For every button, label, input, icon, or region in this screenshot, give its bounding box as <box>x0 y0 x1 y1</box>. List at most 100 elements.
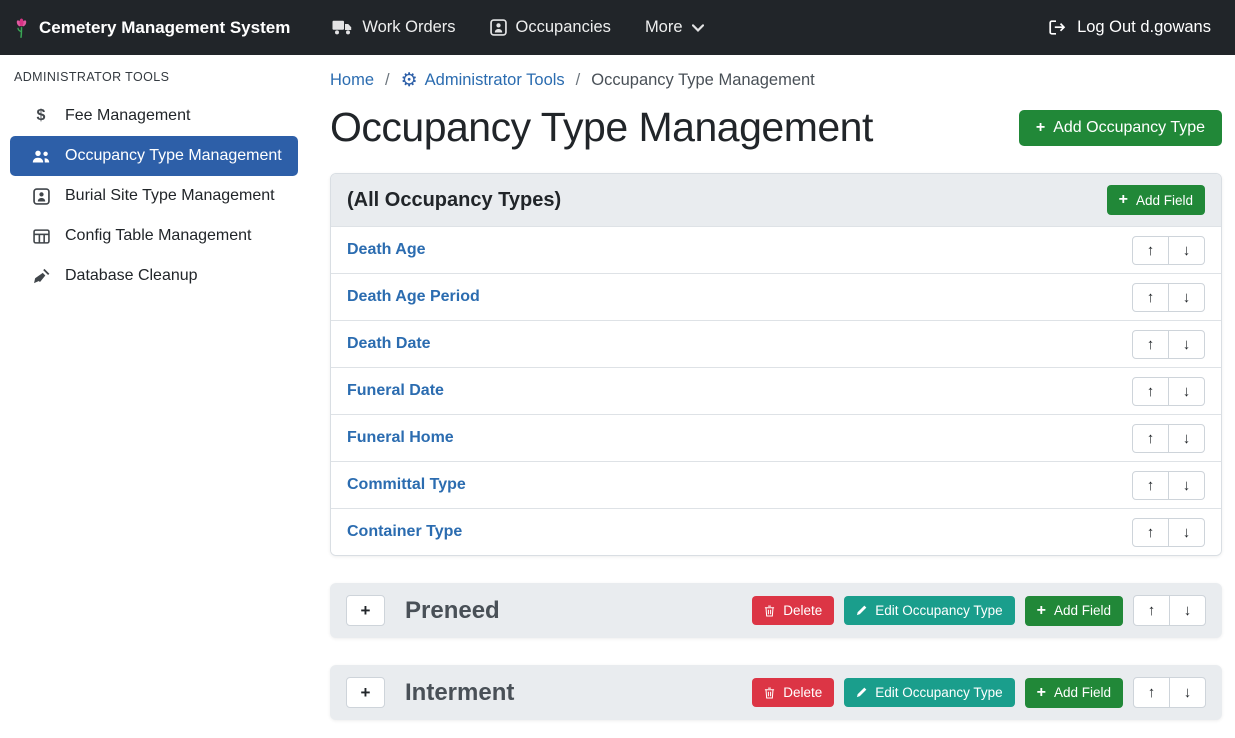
section-title: Preneed <box>405 597 500 625</box>
pencil-icon <box>856 605 867 616</box>
reorder-button-group: ↑ ↓ <box>1133 595 1206 626</box>
field-link[interactable]: Funeral Home <box>347 429 454 447</box>
sidebar-item-label: Config Table Management <box>65 227 252 245</box>
truck-icon <box>332 20 353 35</box>
expand-section-button[interactable]: + <box>346 595 385 626</box>
add-field-button[interactable]: + Add Field <box>1025 678 1123 708</box>
edit-label: Edit Occupancy Type <box>875 603 1002 618</box>
move-up-button[interactable]: ↑ <box>1132 471 1169 500</box>
move-down-button[interactable]: ↓ <box>1168 518 1205 547</box>
move-down-button[interactable]: ↓ <box>1168 377 1205 406</box>
up-arrow-icon: ↑ <box>1147 383 1155 400</box>
type-sections: + Preneed Delete Edit Occupancy Type + A… <box>330 583 1222 720</box>
reorder-button-group: ↑ ↓ <box>1132 236 1205 265</box>
broom-icon <box>30 268 52 285</box>
nav-item-label: More <box>645 18 683 37</box>
edit-occupancy-type-button[interactable]: Edit Occupancy Type <box>844 678 1014 707</box>
logout-link[interactable]: Log Out d.gowans <box>1049 18 1211 37</box>
trash-icon <box>764 605 775 617</box>
breadcrumb-admin-tools-link[interactable]: ⚙ Administrator Tools <box>401 71 565 90</box>
nav-more[interactable]: More <box>645 18 704 37</box>
add-occupancy-type-label: Add Occupancy Type <box>1053 119 1205 137</box>
person-square-icon <box>490 19 507 36</box>
breadcrumb-home-link[interactable]: Home <box>330 71 374 90</box>
sidebar: ADMINISTRATOR TOOLS $ Fee Management Occ… <box>0 55 308 738</box>
logout-label: Log Out d.gowans <box>1077 18 1211 37</box>
move-down-button[interactable]: ↓ <box>1169 677 1206 708</box>
users-icon <box>30 149 52 164</box>
up-arrow-icon: ↑ <box>1147 336 1155 353</box>
field-link[interactable]: Committal Type <box>347 476 466 494</box>
add-field-button[interactable]: + Add Field <box>1107 185 1205 215</box>
move-down-button[interactable]: ↓ <box>1168 424 1205 453</box>
nav-work-orders[interactable]: Work Orders <box>332 18 455 37</box>
field-link[interactable]: Death Date <box>347 335 431 353</box>
add-field-label: Add Field <box>1054 603 1111 618</box>
reorder-button-group: ↑ ↓ <box>1132 330 1205 359</box>
move-up-button[interactable]: ↑ <box>1132 236 1169 265</box>
field-link[interactable]: Death Age <box>347 241 426 259</box>
down-arrow-icon: ↓ <box>1184 602 1192 619</box>
field-link[interactable]: Funeral Date <box>347 382 444 400</box>
sidebar-item-label: Fee Management <box>65 107 190 125</box>
move-up-button[interactable]: ↑ <box>1132 283 1169 312</box>
occupancy-type-section: + Preneed Delete Edit Occupancy Type + A… <box>330 583 1222 638</box>
down-arrow-icon: ↓ <box>1183 524 1191 541</box>
down-arrow-icon: ↓ <box>1183 289 1191 306</box>
move-up-button[interactable]: ↑ <box>1132 330 1169 359</box>
reorder-button-group: ↑ ↓ <box>1132 377 1205 406</box>
brand[interactable]: Cemetery Management System <box>14 17 290 39</box>
add-occupancy-type-button[interactable]: + Add Occupancy Type <box>1019 110 1222 146</box>
move-up-button[interactable]: ↑ <box>1133 595 1170 626</box>
field-row: Funeral Home ↑ ↓ <box>331 414 1221 461</box>
field-row: Committal Type ↑ ↓ <box>331 461 1221 508</box>
expand-section-button[interactable]: + <box>346 677 385 708</box>
sidebar-item-config-table-management[interactable]: Config Table Management <box>10 216 298 256</box>
up-arrow-icon: ↑ <box>1148 684 1156 701</box>
breadcrumb-admin-tools-label: Administrator Tools <box>425 71 565 90</box>
nav-occupancies[interactable]: Occupancies <box>490 18 611 37</box>
edit-occupancy-type-button[interactable]: Edit Occupancy Type <box>844 596 1014 625</box>
move-down-button[interactable]: ↓ <box>1169 595 1206 626</box>
field-row-list: Death Age ↑ ↓ Death Age Period ↑ ↓ Death… <box>331 226 1221 555</box>
move-up-button[interactable]: ↑ <box>1132 377 1169 406</box>
add-field-button[interactable]: + Add Field <box>1025 596 1123 626</box>
delete-button[interactable]: Delete <box>752 678 834 707</box>
delete-button[interactable]: Delete <box>752 596 834 625</box>
breadcrumb-separator: / <box>576 71 581 90</box>
sidebar-item-database-cleanup[interactable]: Database Cleanup <box>10 256 298 296</box>
pencil-icon <box>856 687 867 698</box>
gear-icon: ⚙ <box>401 71 418 90</box>
card-title: (All Occupancy Types) <box>347 189 561 212</box>
top-navbar: Cemetery Management System Work Orders O… <box>0 0 1235 55</box>
sidebar-item-fee-management[interactable]: $ Fee Management <box>10 96 298 136</box>
down-arrow-icon: ↓ <box>1183 430 1191 447</box>
field-row: Funeral Date ↑ ↓ <box>331 367 1221 414</box>
plus-icon: + <box>1036 120 1045 136</box>
chevron-down-icon <box>692 24 704 32</box>
logout-icon <box>1049 20 1068 35</box>
move-down-button[interactable]: ↓ <box>1168 283 1205 312</box>
move-up-button[interactable]: ↑ <box>1132 424 1169 453</box>
page-title: Occupancy Type Management <box>330 104 873 151</box>
move-down-button[interactable]: ↓ <box>1168 236 1205 265</box>
reorder-button-group: ↑ ↓ <box>1132 283 1205 312</box>
brand-label: Cemetery Management System <box>39 18 290 38</box>
plus-icon: + <box>1037 603 1046 619</box>
move-up-button[interactable]: ↑ <box>1132 518 1169 547</box>
reorder-button-group: ↑ ↓ <box>1132 424 1205 453</box>
field-link[interactable]: Container Type <box>347 523 462 541</box>
card-header: (All Occupancy Types) + Add Field <box>331 174 1221 226</box>
sidebar-item-burial-site-type-management[interactable]: Burial Site Type Management <box>10 176 298 216</box>
nav-item-label: Occupancies <box>516 18 611 37</box>
edit-label: Edit Occupancy Type <box>875 685 1002 700</box>
up-arrow-icon: ↑ <box>1147 524 1155 541</box>
move-down-button[interactable]: ↓ <box>1168 330 1205 359</box>
move-up-button[interactable]: ↑ <box>1133 677 1170 708</box>
field-row: Death Date ↑ ↓ <box>331 320 1221 367</box>
delete-label: Delete <box>783 603 822 618</box>
move-down-button[interactable]: ↓ <box>1168 471 1205 500</box>
field-link[interactable]: Death Age Period <box>347 288 480 306</box>
up-arrow-icon: ↑ <box>1148 602 1156 619</box>
sidebar-item-occupancy-type-management[interactable]: Occupancy Type Management <box>10 136 298 176</box>
